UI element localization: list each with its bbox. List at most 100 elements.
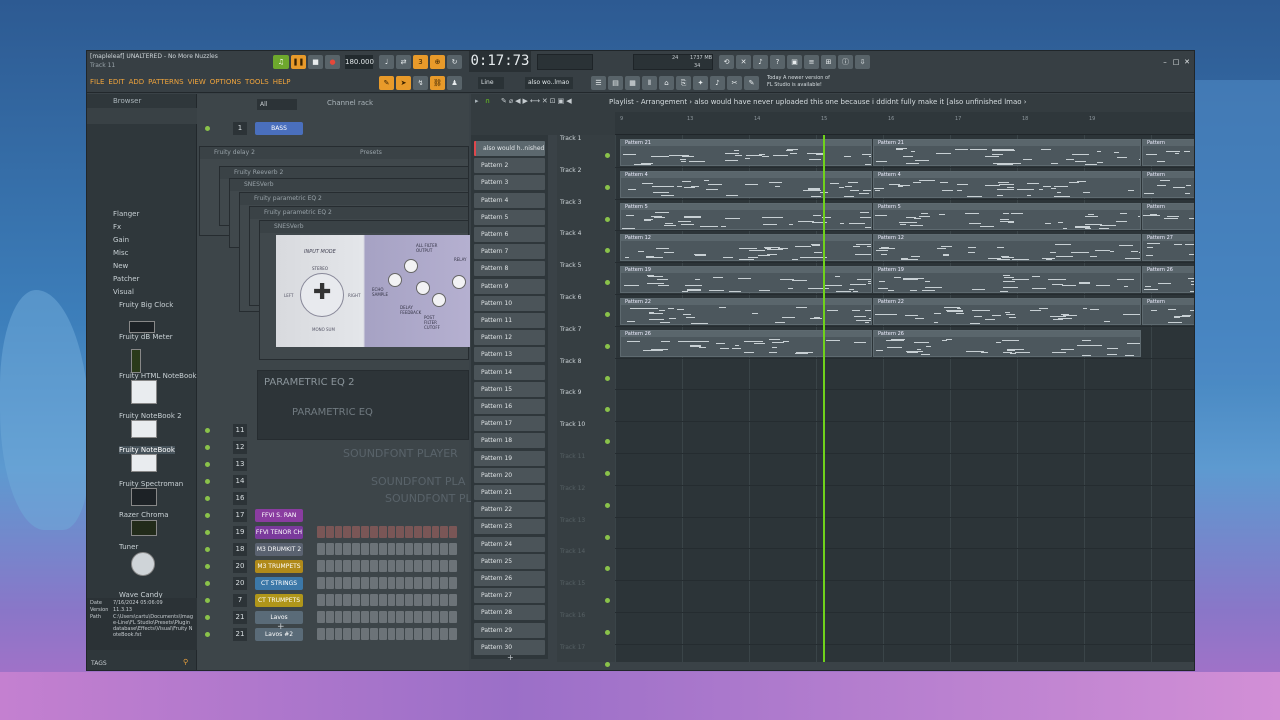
waveform-monitor[interactable] — [537, 54, 593, 70]
step-button[interactable] — [325, 543, 334, 555]
channel-row[interactable]: 1 BASS — [197, 122, 469, 138]
step-button[interactable] — [334, 526, 343, 538]
step-button[interactable] — [361, 611, 369, 623]
step-button[interactable] — [449, 628, 457, 640]
channel-number[interactable]: 21 — [233, 611, 247, 624]
view-tools-icon[interactable]: ✂ — [727, 76, 742, 90]
step-button[interactable] — [317, 611, 325, 623]
playlist-clip[interactable]: Pattern — [1142, 170, 1194, 198]
step-button[interactable] — [431, 577, 440, 589]
pattern-item[interactable]: Pattern 29 — [474, 622, 545, 638]
browser-item[interactable]: Fruity Spectroman — [119, 480, 183, 488]
step-button[interactable] — [325, 577, 334, 589]
pattern-item[interactable]: Pattern 2 — [474, 158, 545, 174]
step-button[interactable] — [413, 594, 422, 606]
browser-item[interactable]: Fruity Big Clock — [119, 301, 173, 309]
browser-item[interactable]: Misc — [113, 249, 128, 257]
browser-item[interactable]: Fruity NoteBook — [119, 446, 175, 454]
playlist-clip[interactable]: Pattern 26 — [1142, 266, 1194, 294]
playlist-grid[interactable]: Pattern 21 Pattern 21 Pattern Pattern 4 Patt… — [615, 135, 1194, 662]
knob-5[interactable] — [452, 275, 466, 289]
track-header[interactable]: Track 7 — [560, 326, 581, 333]
track-header[interactable]: Track 3 — [560, 199, 581, 206]
step-button[interactable] — [449, 594, 457, 606]
play-button[interactable]: ❚❚ — [291, 55, 306, 69]
step-button[interactable] — [422, 543, 431, 555]
channel-mute-led[interactable] — [205, 547, 210, 552]
playlist-clip[interactable]: Pattern 19 — [873, 266, 1141, 294]
pattern-item[interactable]: Pattern 24 — [474, 536, 545, 552]
channel-row[interactable]: 18 M3 DRUMKIT 2 — [197, 543, 469, 559]
step-button[interactable] — [369, 594, 378, 606]
browser-item[interactable]: Fruity NoteBook 2 — [119, 412, 182, 420]
step-button[interactable] — [387, 611, 396, 623]
step-button[interactable] — [387, 594, 396, 606]
channel-mute-led[interactable] — [205, 126, 210, 131]
playlist-clip[interactable]: Pattern — [1142, 139, 1194, 166]
step-button[interactable] — [369, 611, 378, 623]
menu-tools[interactable]: TOOLS — [245, 78, 269, 86]
wait-input-icon[interactable]: ⇄ — [396, 55, 411, 69]
step-button[interactable] — [396, 611, 405, 623]
step-button[interactable] — [413, 628, 422, 640]
step-button[interactable] — [413, 543, 422, 555]
song-position[interactable]: 0:17:73 — [469, 51, 531, 72]
step-sequencer[interactable] — [317, 594, 457, 606]
step-button[interactable] — [449, 611, 457, 623]
close-icon[interactable]: ✕ — [1182, 55, 1192, 69]
info-icon[interactable]: ⓘ — [838, 55, 853, 69]
playlist-clip[interactable]: Pattern 5 — [873, 202, 1141, 230]
track-header[interactable]: Track 13 — [560, 517, 585, 524]
tags-label[interactable]: TAGS — [91, 660, 107, 667]
download-icon[interactable]: ⇩ — [855, 55, 870, 69]
knob-3[interactable] — [416, 281, 430, 295]
channel-mute-led[interactable] — [205, 462, 210, 467]
step-button[interactable] — [361, 577, 369, 589]
delay-presets[interactable]: Presets — [360, 149, 382, 156]
channel-number[interactable]: 21 — [233, 628, 247, 641]
step-button[interactable] — [405, 543, 413, 555]
step-button[interactable] — [369, 526, 378, 538]
tool-stamp-icon[interactable]: ♟ — [447, 76, 462, 90]
view-mixer-icon[interactable]: ⫴ — [642, 76, 657, 90]
pattern-item[interactable]: Pattern 7 — [474, 244, 545, 260]
step-button[interactable] — [431, 526, 440, 538]
menu-help[interactable]: HELP — [273, 78, 291, 86]
pattern-item[interactable]: Pattern 4 — [474, 192, 545, 208]
stop-button[interactable]: ■ — [308, 55, 323, 69]
step-button[interactable] — [343, 611, 352, 623]
step-button[interactable] — [317, 594, 325, 606]
step-button[interactable] — [343, 594, 352, 606]
step-button[interactable] — [387, 526, 396, 538]
view-script-icon[interactable]: ✎ — [744, 76, 759, 90]
step-button[interactable] — [396, 594, 405, 606]
update-notice[interactable]: Today A newer version of FL Studio is av… — [767, 75, 857, 91]
menu-options[interactable]: OPTIONS — [210, 78, 241, 86]
view-pianoroll-icon[interactable]: ▤ — [608, 76, 623, 90]
step-button[interactable] — [413, 560, 422, 572]
browser-item[interactable]: Fruity HTML NoteBook — [119, 372, 197, 380]
view-channelrack-icon[interactable]: ▦ — [625, 76, 640, 90]
step-button[interactable] — [334, 560, 343, 572]
step-button[interactable] — [352, 526, 361, 538]
channel-mute-led[interactable] — [205, 632, 210, 637]
playlist-clip[interactable]: Pattern 26 — [873, 329, 1141, 357]
step-button[interactable] — [449, 543, 457, 555]
track-mute-led[interactable] — [605, 661, 610, 667]
pattern-item[interactable]: Pattern 10 — [474, 295, 545, 311]
channel-number[interactable]: 14 — [233, 475, 247, 488]
step-button[interactable] — [422, 628, 431, 640]
step-button[interactable] — [317, 628, 325, 640]
channel-number[interactable]: 18 — [233, 543, 247, 556]
step-sequencer[interactable] — [317, 543, 457, 555]
step-button[interactable] — [343, 628, 352, 640]
mixer-icon[interactable]: ≡ — [804, 55, 819, 69]
step-button[interactable] — [422, 560, 431, 572]
channel-row[interactable]: 17 FFVI S. RAN — [197, 509, 469, 525]
step-sequencer[interactable] — [317, 560, 457, 572]
step-button[interactable] — [369, 560, 378, 572]
pattern-item[interactable]: Pattern 8 — [474, 261, 545, 277]
pattern-item[interactable]: Pattern 21 — [474, 485, 545, 500]
track-header[interactable]: Track 5 — [560, 262, 581, 269]
channel-number[interactable]: 20 — [233, 577, 247, 590]
